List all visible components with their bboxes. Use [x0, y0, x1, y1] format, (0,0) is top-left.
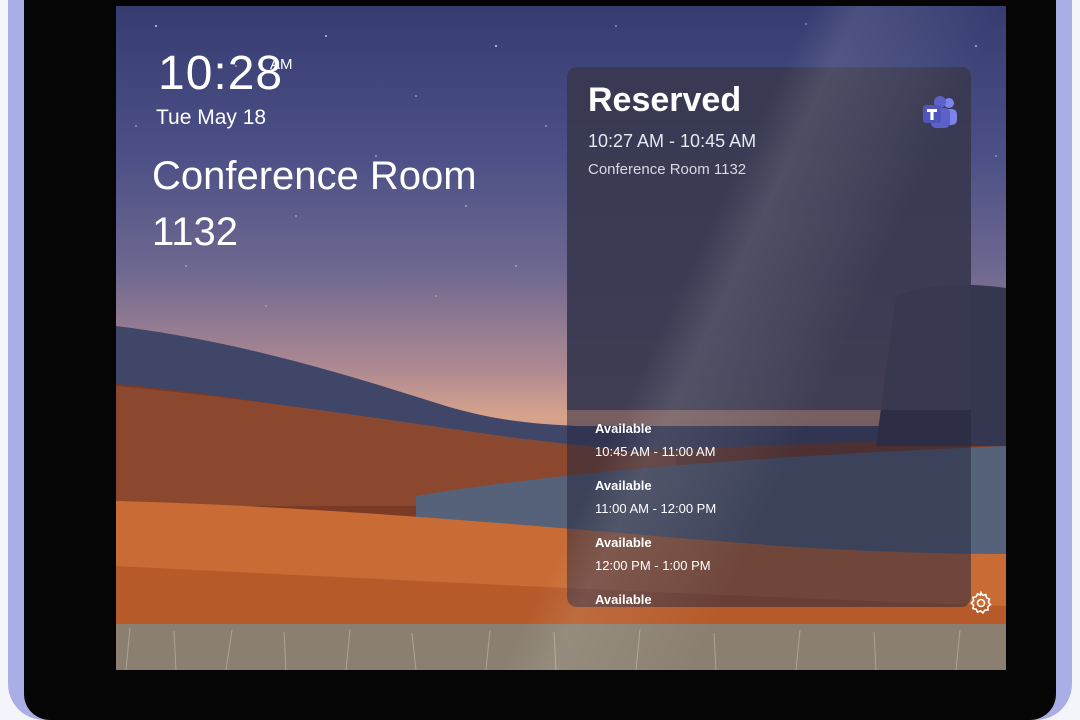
- slot-time-range: 10:45 AM - 11:00 AM: [595, 444, 716, 459]
- current-meeting-card[interactable]: Reserved 10:27 AM - 10:45 AM Conference …: [567, 67, 971, 410]
- room-name-line-1: Conference Room: [152, 154, 477, 198]
- upcoming-slots-list[interactable]: Available 10:45 AM - 11:00 AM Available …: [567, 410, 971, 607]
- room-status: Reserved: [588, 81, 742, 119]
- slot-status: Available: [595, 535, 652, 550]
- current-time: 10:28: [158, 47, 284, 100]
- slot-item[interactable]: Available: [595, 592, 652, 607]
- clock: 10:28 AM: [158, 47, 293, 100]
- room-name: Conference Room 1132: [152, 148, 532, 260]
- meeting-time-range: 10:27 AM - 10:45 AM: [588, 131, 757, 151]
- slot-time-range: 12:00 PM - 1:00 PM: [595, 558, 711, 573]
- microsoft-teams-icon: [923, 96, 957, 128]
- room-display-screen: 10:28 AM Tue May 18 Conference Room 1132…: [116, 6, 1006, 670]
- slot-status: Available: [595, 478, 652, 493]
- slot-item[interactable]: Available 10:45 AM - 11:00 AM: [595, 421, 715, 459]
- schedule-panel: Reserved 10:27 AM - 10:45 AM Conference …: [567, 67, 971, 607]
- slot-item[interactable]: Available 12:00 PM - 1:00 PM: [595, 535, 711, 573]
- slot-status: Available: [595, 421, 652, 436]
- slot-status: Available: [595, 592, 652, 607]
- slot-time-range: 11:00 AM - 12:00 PM: [595, 501, 717, 516]
- gear-icon[interactable]: [968, 590, 994, 616]
- current-date: Tue May 18: [156, 106, 267, 129]
- time-period: AM: [270, 56, 293, 73]
- room-name-line-2: 1132: [152, 210, 239, 254]
- slot-item[interactable]: Available 11:00 AM - 12:00 PM: [595, 478, 716, 516]
- meeting-location: Conference Room 1132: [588, 161, 747, 178]
